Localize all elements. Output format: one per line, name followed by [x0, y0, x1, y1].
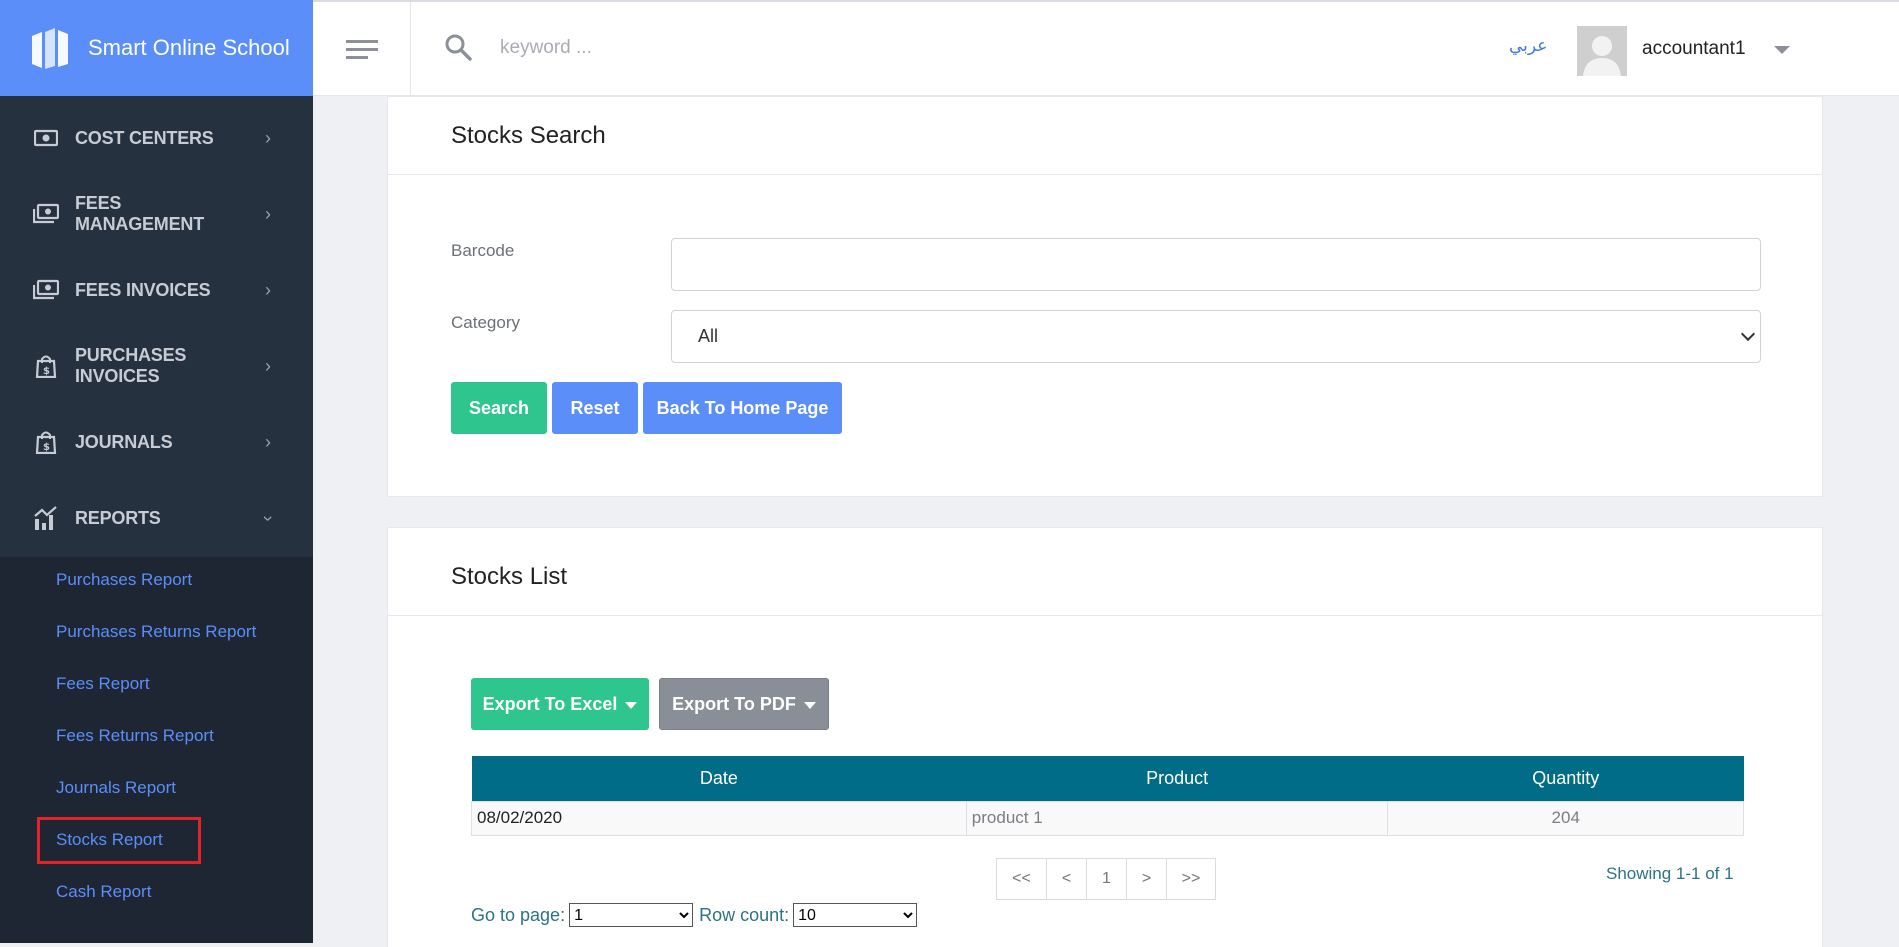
page-current-button[interactable]: 1 — [1086, 858, 1126, 900]
sidebar: Smart Online School COST CENTERS › FEES … — [0, 0, 313, 943]
page-next-button[interactable]: > — [1126, 858, 1166, 900]
chevron-down-icon: › — [258, 515, 279, 521]
stocks-table: Date Product Quantity 08/02/2020 product… — [471, 756, 1744, 836]
page-last-button[interactable]: >> — [1166, 858, 1216, 900]
sidebar-item-label: PURCHASES INVOICES — [75, 345, 187, 386]
back-home-button[interactable]: Back To Home Page — [643, 382, 842, 434]
goto-label: Go to page: — [471, 904, 566, 925]
sidebar-item-reports[interactable]: REPORTS › — [0, 480, 313, 556]
sidebar-item-label: FEES INVOICES — [75, 279, 211, 300]
sidebar-item-journals[interactable]: $ JOURNALS › — [0, 404, 313, 480]
sidebar-item-label: FEES MANAGEMENT — [75, 193, 204, 234]
stocks-search-panel: Stocks Search Barcode Category All Searc… — [387, 96, 1823, 497]
logo-icon — [32, 28, 68, 69]
chevron-right-icon: › — [265, 279, 271, 300]
caret-down-icon[interactable] — [1774, 46, 1790, 54]
sidebar-item-label: JOURNALS — [75, 431, 173, 452]
user-avatar-icon — [1577, 26, 1627, 76]
submenu-item-cash-report[interactable]: Cash Report — [56, 882, 151, 902]
sidebar-item-fees-management[interactable]: FEES MANAGEMENT › — [0, 176, 313, 252]
language-switch[interactable]: عربي — [1509, 36, 1547, 56]
submenu-item-purchases-returns-report[interactable]: Purchases Returns Report — [56, 622, 256, 642]
page-first-button[interactable]: << — [996, 858, 1046, 900]
category-selected-value: All — [698, 326, 719, 346]
column-header-quantity[interactable]: Quantity — [1387, 756, 1744, 801]
stocks-list-panel: Stocks List Export To Excel Export To PD… — [387, 527, 1823, 947]
showing-count: Showing 1-1 of 1 — [1606, 864, 1734, 883]
money-stack-icon — [33, 277, 59, 303]
panel-title: Stocks List — [451, 563, 568, 590]
chevron-right-icon: › — [265, 355, 271, 376]
barcode-label: Barcode — [451, 241, 515, 260]
svg-text:$: $ — [43, 366, 50, 377]
divider — [388, 174, 1822, 175]
panel-title: Stocks Search — [451, 122, 606, 149]
submenu-item-purchases-report[interactable]: Purchases Report — [56, 570, 192, 590]
category-label: Category — [451, 313, 520, 332]
pagination: << < 1 > >> — [996, 858, 1216, 900]
sidebar-item-label: COST CENTERS — [75, 127, 214, 148]
reset-button[interactable]: Reset — [552, 382, 638, 434]
column-header-product[interactable]: Product — [966, 756, 1388, 801]
money-stack-icon — [33, 201, 59, 227]
avatar[interactable] — [1577, 26, 1627, 76]
sidebar-item-label: REPORTS — [75, 507, 161, 528]
menu-toggle-button[interactable] — [313, 2, 411, 97]
chart-icon — [33, 505, 59, 531]
topbar: عربي accountant1 — [313, 0, 1899, 97]
chevron-right-icon: › — [265, 203, 271, 224]
sidebar-item-fees-invoices[interactable]: FEES INVOICES › — [0, 252, 313, 328]
submenu-item-journals-report[interactable]: Journals Report — [56, 778, 176, 798]
column-header-date[interactable]: Date — [471, 756, 967, 801]
goto-page-select[interactable]: 1 — [569, 903, 694, 927]
cell-date: 08/02/2020 — [471, 800, 967, 836]
sidebar-item-cost-centers[interactable]: COST CENTERS › — [0, 100, 313, 176]
search-icon[interactable] — [443, 32, 473, 62]
shopping-bag-icon: $ — [33, 353, 59, 379]
search-input[interactable] — [498, 28, 998, 68]
sidebar-item-purchases-invoices[interactable]: $ PURCHASES INVOICES › — [0, 328, 313, 404]
row-count-select[interactable]: 10 — [793, 903, 918, 927]
cell-quantity: 204 — [1387, 800, 1744, 836]
caret-down-icon — [625, 701, 638, 709]
export-excel-button[interactable]: Export To Excel — [471, 678, 649, 730]
chevron-right-icon: › — [265, 127, 271, 148]
chevron-right-icon: › — [265, 431, 271, 452]
money-icon — [33, 125, 59, 151]
cell-product: product 1 — [965, 800, 1389, 836]
rowcount-label: Row count: — [699, 904, 790, 925]
submenu-item-fees-returns-report[interactable]: Fees Returns Report — [56, 726, 214, 746]
svg-text:$: $ — [43, 442, 50, 453]
brand-header[interactable]: Smart Online School — [0, 0, 313, 96]
caret-down-icon — [803, 701, 816, 709]
export-excel-label: Export To Excel — [482, 693, 618, 714]
export-pdf-label: Export To PDF — [672, 693, 796, 714]
page-prev-button[interactable]: < — [1046, 858, 1086, 900]
export-pdf-button[interactable]: Export To PDF — [659, 678, 829, 730]
active-item-highlight — [37, 817, 201, 864]
shopping-bag-icon: $ — [33, 429, 59, 455]
username[interactable]: accountant1 — [1642, 38, 1746, 60]
brand-name: Smart Online School — [88, 35, 290, 60]
divider — [388, 615, 1822, 616]
reports-submenu: Purchases Report Purchases Returns Repor… — [0, 557, 313, 943]
table-row[interactable]: 08/02/2020 product 1 204 — [471, 800, 1744, 836]
barcode-input[interactable] — [671, 238, 1761, 291]
submenu-item-fees-report[interactable]: Fees Report — [56, 674, 150, 694]
page-controls: Go to page: 1 Row count: 10 — [471, 903, 923, 927]
hamburger-icon — [345, 39, 378, 59]
search-button[interactable]: Search — [451, 382, 547, 434]
category-select[interactable]: All — [671, 310, 1761, 363]
table-header-row: Date Product Quantity — [471, 756, 1744, 801]
